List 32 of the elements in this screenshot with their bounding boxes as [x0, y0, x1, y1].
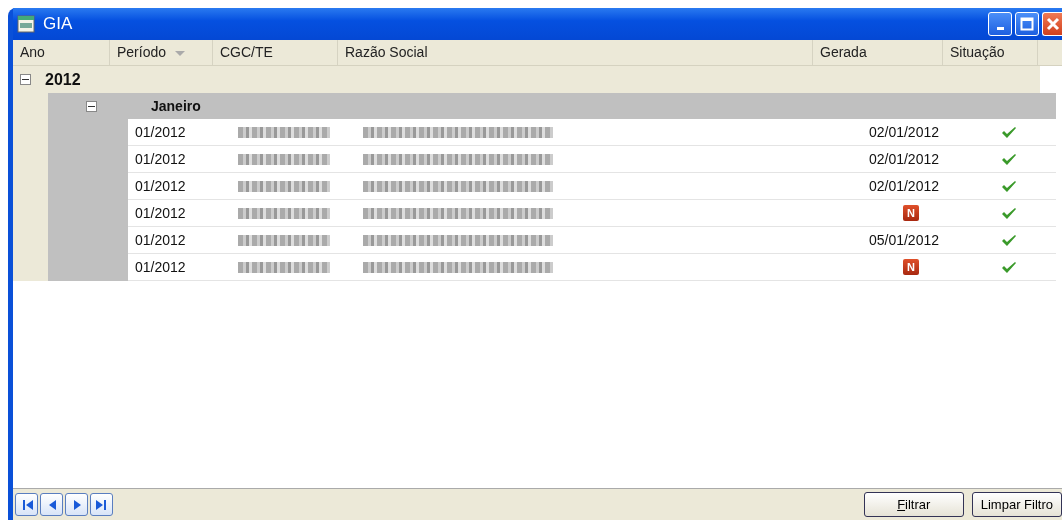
table-cell-text: 02/01/2012 [868, 122, 939, 142]
collapse-icon[interactable] [86, 100, 97, 112]
maximize-icon [1020, 17, 1034, 31]
column-header[interactable]: CGC/TE [213, 40, 338, 65]
previous-page-button[interactable] [40, 493, 63, 516]
table-cell-text: 05/01/2012 [868, 230, 939, 250]
column-header[interactable]: Razão Social [338, 40, 813, 65]
table-cell: 01/2012 [128, 254, 231, 281]
close-button[interactable] [1042, 12, 1062, 36]
minimize-button[interactable] [988, 12, 1012, 36]
table-cell-text: 02/01/2012 [868, 149, 939, 169]
filter-button[interactable]: Filtrar [863, 492, 964, 517]
clear-filter-button[interactable]: Limpar Filtro [971, 492, 1062, 517]
app-icon [17, 15, 35, 33]
column-header[interactable]: Período [110, 40, 213, 65]
collapse-icon[interactable] [20, 74, 31, 85]
table-cell-text: 02/01/2012 [868, 176, 939, 196]
next-page-button[interactable] [65, 493, 88, 516]
maximize-button[interactable] [1015, 12, 1039, 36]
last-page-button[interactable] [90, 493, 113, 516]
not-generated-badge: N [903, 205, 919, 221]
column-header[interactable]: Situação [943, 40, 1038, 65]
group-label: 2012 [45, 69, 81, 90]
not-generated-badge: N [903, 259, 919, 275]
column-header[interactable]: Ano [13, 40, 110, 65]
month-label: Janeiro [151, 96, 201, 116]
window-title: GIA [43, 13, 73, 36]
last-page-icon [94, 497, 109, 512]
column-header[interactable]: Gerada [813, 40, 943, 65]
first-page-button[interactable] [15, 493, 38, 516]
close-icon [1045, 17, 1060, 31]
minimize-icon [996, 26, 1004, 30]
